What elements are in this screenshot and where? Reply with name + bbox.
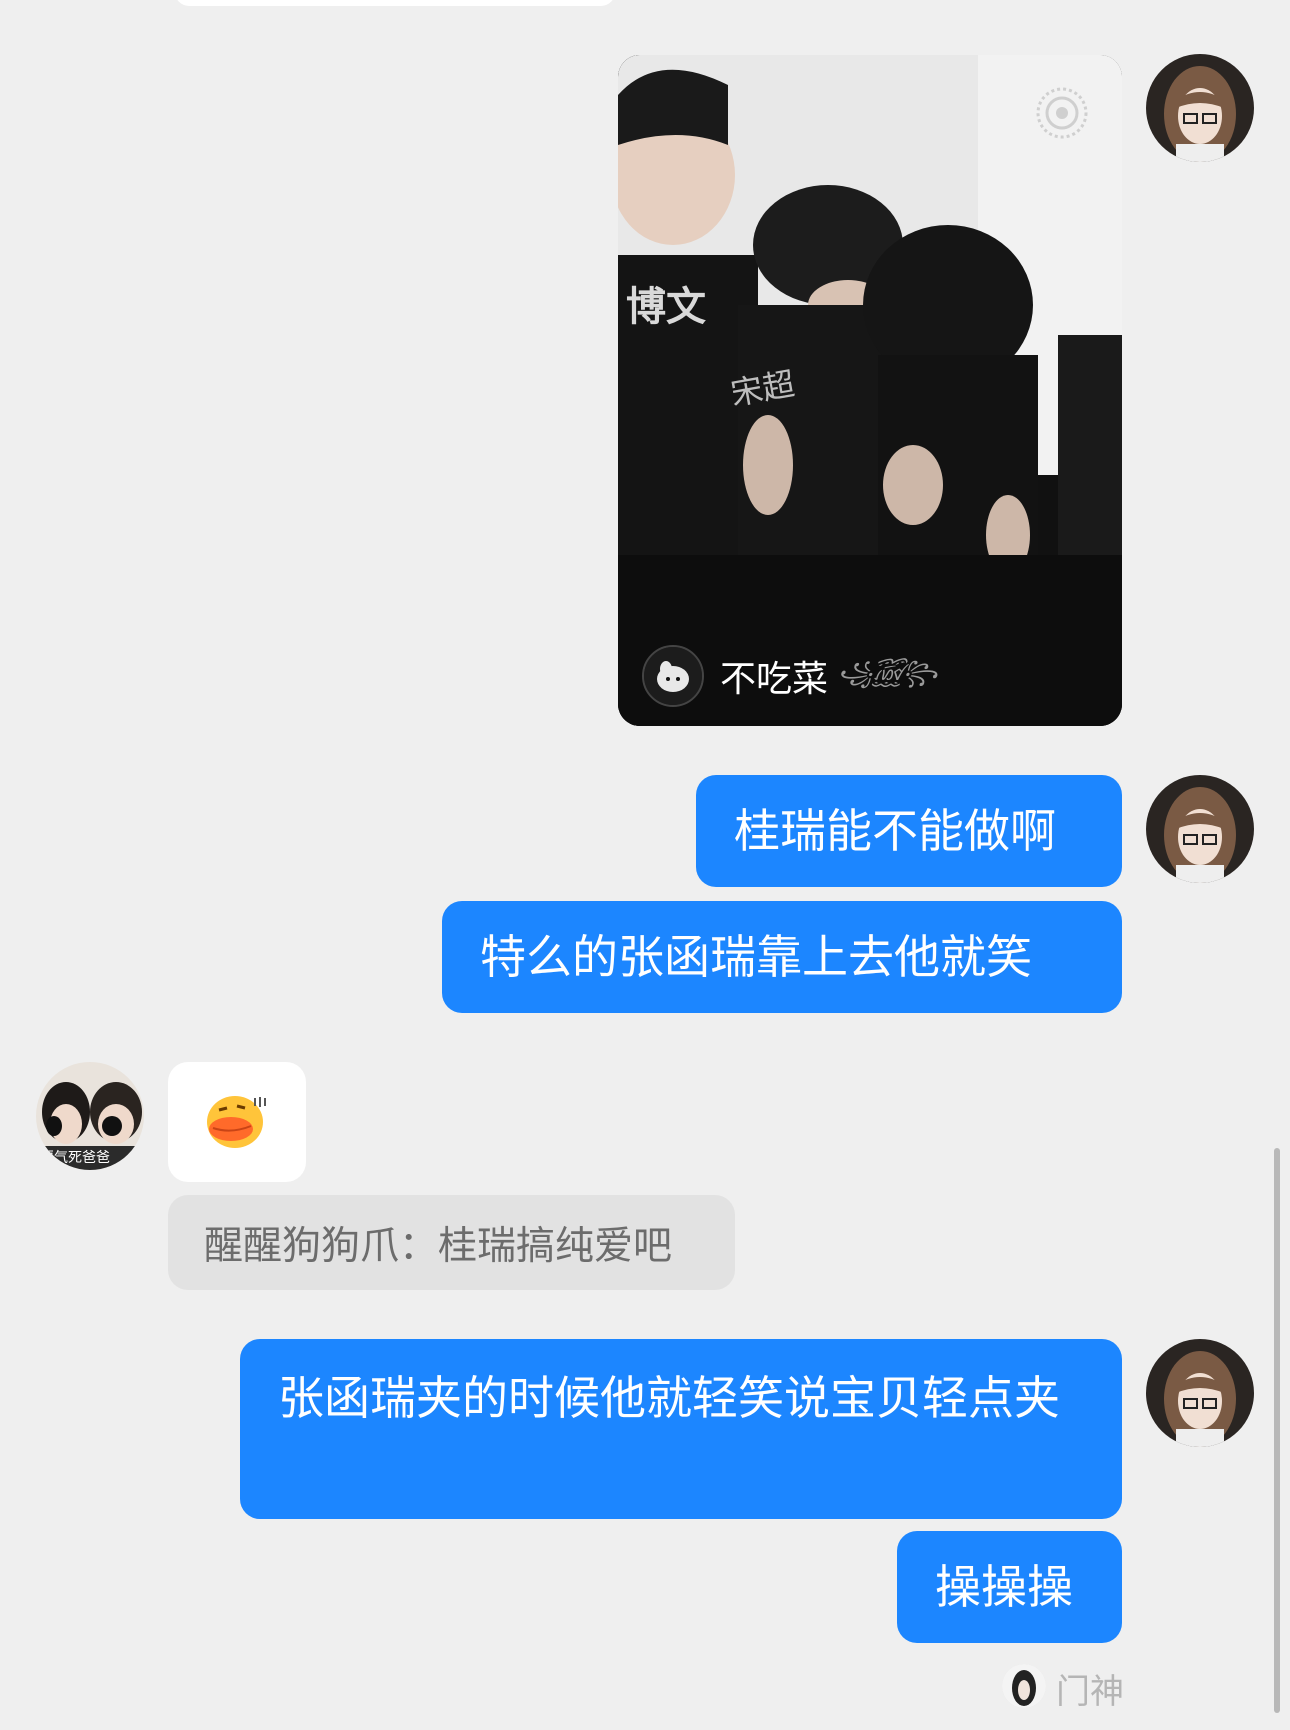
outgoing-message[interactable]: 操操操 xyxy=(897,1531,1122,1643)
shared-video-card[interactable]: 博文 宋超 不吃菜 ꧁꫞꧂ xyxy=(618,55,1122,726)
outgoing-message[interactable]: 特么的张函瑞靠上去他就笑 xyxy=(442,901,1122,1013)
outgoing-message[interactable]: 桂瑞能不能做啊 xyxy=(696,775,1122,887)
outgoing-message[interactable]: 张函瑞夹的时候他就轻笑说宝贝轻点夹 xyxy=(240,1339,1122,1519)
duck-lips-sticker-icon xyxy=(207,1096,266,1148)
video-thumbnail: 博文 宋超 xyxy=(618,55,1122,726)
footer-avatar xyxy=(1002,1664,1046,1708)
video-author-name: 不吃菜 xyxy=(720,659,829,700)
video-author-avatar[interactable] xyxy=(642,645,704,707)
scrollbar[interactable] xyxy=(1274,1148,1280,1713)
my-avatar[interactable] xyxy=(1146,775,1254,883)
my-avatar[interactable] xyxy=(1146,54,1254,162)
shirt-text-1: 博文 xyxy=(626,284,706,330)
contact-avatar[interactable]: 要气死爸爸 xyxy=(36,1062,144,1170)
sticker-message[interactable] xyxy=(168,1062,306,1182)
video-author-decoration: ꧁꫞꧂ xyxy=(838,660,938,686)
previous-message-fragment xyxy=(175,0,615,6)
footer-text: 门神 xyxy=(1056,1672,1124,1712)
quoted-message[interactable]: 醒醒狗狗爪：桂瑞搞纯爱吧 xyxy=(168,1195,735,1290)
video-author[interactable]: 不吃菜 ꧁꫞꧂ xyxy=(642,645,938,707)
contact-avatar-caption: 要气死爸爸 xyxy=(40,1150,110,1166)
my-avatar[interactable] xyxy=(1146,1339,1254,1447)
